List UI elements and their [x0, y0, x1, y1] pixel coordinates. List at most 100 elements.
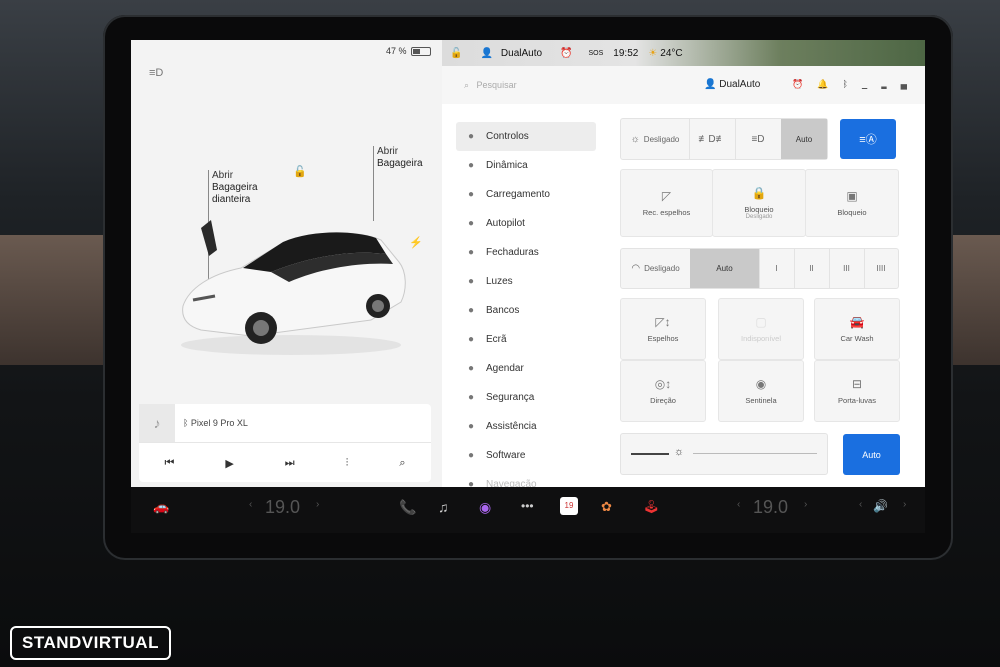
glovebox-button[interactable]: ⊟ Porta-luvas	[814, 360, 900, 422]
car-wash-button[interactable]: 🚘 Car Wash	[814, 298, 900, 360]
nav-item-7[interactable]: ● Ecrã	[456, 325, 596, 354]
window-lock-button[interactable]: ▣ Bloqueio	[805, 169, 899, 237]
nav-item-label: Assistência	[486, 421, 537, 432]
car-wash-icon: 🚘	[849, 315, 865, 329]
search-input[interactable]: ⌕ Pesquisar	[464, 80, 517, 91]
arcade-icon[interactable]: 🕹	[643, 499, 660, 515]
steering-wheel-adjust-icon: ◎↕	[654, 377, 672, 391]
volume-icon[interactable]: 🔊	[873, 499, 888, 513]
phone-icon[interactable]: 📞	[399, 499, 416, 516]
status-profile-name[interactable]: DualAuto	[501, 48, 542, 59]
parking-lights-option[interactable]: ≢D≢	[689, 119, 736, 159]
headlights-icon[interactable]: ≡D	[149, 67, 163, 79]
rear-trunk-label-line2: Bagageira	[377, 158, 423, 169]
wiper-speed-3[interactable]: III	[829, 249, 865, 288]
nav-item-11[interactable]: ● Software	[456, 441, 596, 470]
wiper-speed-2-label: II	[809, 264, 814, 273]
bluetooth-status-icon[interactable]: ᛒ	[842, 79, 861, 89]
profile-button[interactable]: 👤 DualAuto	[704, 79, 760, 90]
headlights-off-option[interactable]: ☼ Desligado	[621, 119, 690, 159]
headlights-auto-option[interactable]: Auto	[781, 119, 827, 159]
volume-up[interactable]: ›	[903, 499, 906, 510]
left-temp-up[interactable]: ›	[316, 499, 319, 510]
alarm-icon[interactable]: ⏰	[560, 48, 572, 59]
wipers-off-option[interactable]: ◠ Desligado	[621, 249, 691, 288]
more-apps-icon[interactable]: •••	[521, 499, 534, 513]
window-lock-label: Bloqueio	[837, 208, 867, 217]
low-beam-icon: ≡D	[751, 133, 765, 145]
mirror-adjust-icon: ◸↕	[655, 315, 671, 329]
media-player: ♪ ᛒ Pixel 9 Pro XL ⏮ ▶ ⏭ ⫶ ⌕	[139, 404, 431, 482]
wiper-speed-4[interactable]: IIII	[864, 249, 898, 288]
right-temp-up[interactable]: ›	[804, 499, 807, 510]
nav-item-0[interactable]: ● Controlos	[456, 122, 596, 151]
car-icon[interactable]: 🚗	[153, 499, 169, 515]
music-note-icon: ♪	[139, 404, 175, 442]
unlock-icon[interactable]: 🔓	[293, 165, 307, 178]
wiper-speed-2[interactable]: II	[794, 249, 830, 288]
volume-down[interactable]: ‹	[859, 499, 862, 510]
alarm-small-icon[interactable]: ⏰	[792, 79, 817, 89]
watermark-text: STANDVIRTUAL	[22, 633, 159, 652]
front-trunk-label-line1: Abrir	[212, 170, 234, 181]
left-temp-down[interactable]: ‹	[249, 499, 252, 510]
nav-item-12[interactable]: ● Navegação	[456, 470, 596, 487]
nav-item-9[interactable]: ● Segurança	[456, 383, 596, 412]
nav-item-label: Ecrã	[486, 334, 507, 345]
media-search-button[interactable]: ⌕	[399, 457, 405, 470]
battery-fill	[412, 48, 421, 54]
nav-item-8[interactable]: ● Agendar	[456, 354, 596, 383]
auto-high-beam-button[interactable]: ≡Ⓐ	[840, 119, 896, 159]
mirrors-adjust-button[interactable]: ◸↕ Espelhos	[620, 298, 706, 360]
media-source[interactable]: ᛒ Pixel 9 Pro XL	[183, 418, 248, 428]
nav-item-1[interactable]: ● Dinâmica	[456, 151, 596, 180]
lock-status-icon[interactable]: 🔓	[450, 48, 462, 59]
toybox-icon[interactable]: ✿	[601, 499, 612, 515]
child-lock-button[interactable]: 🔒 Bloqueio Desligado	[712, 169, 806, 237]
notification-bell-icon[interactable]: 🔔	[817, 79, 842, 89]
open-front-trunk-button[interactable]: Abrir Bagageira dianteira	[212, 170, 258, 206]
parking-lights-icon: ≢D≢	[698, 133, 726, 145]
brightness-auto-button[interactable]: Auto	[843, 434, 900, 475]
dashboard-wood-left	[0, 235, 110, 365]
equalizer-button[interactable]: ⫶	[346, 457, 349, 470]
low-beam-option[interactable]: ≡D	[735, 119, 782, 159]
window-lock-icon: ▣	[846, 189, 858, 203]
previous-track-button[interactable]: ⏮	[164, 457, 174, 470]
headlight-selector: ☼ Desligado ≢D≢ ≡D Auto	[620, 118, 828, 160]
profile-name: DualAuto	[719, 79, 761, 90]
nav-item-label: Segurança	[486, 392, 535, 403]
nav-item-5[interactable]: ● Luzes	[456, 267, 596, 296]
calendar-icon[interactable]: 19	[560, 497, 578, 515]
nav-item-label: Dinâmica	[486, 160, 528, 171]
steering-adjust-button[interactable]: ◎↕ Direção	[620, 360, 706, 422]
wiper-speed-1[interactable]: I	[759, 249, 795, 288]
brightness-auto-label: Auto	[862, 449, 881, 460]
controls-panel: 🔓 👤 DualAuto ⏰ SOS 19:52 ☀ 24°C ⌕ Pesqui…	[442, 40, 925, 487]
battery-indicator: 47 %	[386, 46, 431, 56]
wipers-auto-option[interactable]: Auto	[690, 249, 760, 288]
nav-item-2[interactable]: ● Carregamento	[456, 180, 596, 209]
steering-label: Direção	[650, 396, 676, 405]
right-temp-down[interactable]: ‹	[737, 499, 740, 510]
camera-app-icon[interactable]: ◉	[479, 499, 491, 516]
play-button[interactable]: ▶	[225, 457, 233, 470]
open-rear-trunk-button[interactable]: Abrir Bagageira	[377, 146, 423, 170]
wiper-speed-1-label: I	[775, 264, 778, 273]
charge-port-icon[interactable]: ⚡	[409, 236, 423, 249]
front-trunk-label-line3: dianteira	[212, 194, 251, 205]
sos-icon[interactable]: SOS	[589, 50, 604, 57]
nav-item-10[interactable]: ● Assistência	[456, 412, 596, 441]
lte-signal-icon: ▁▂▄	[861, 79, 922, 89]
brightness-fill	[631, 453, 669, 455]
sentry-mode-button[interactable]: ◉ Sentinela	[718, 360, 804, 422]
nav-item-4[interactable]: ● Fechaduras	[456, 238, 596, 267]
nav-item-6[interactable]: ● Bancos	[456, 296, 596, 325]
next-track-button[interactable]: ⏭	[285, 457, 295, 470]
profile-icon[interactable]: 👤	[480, 48, 492, 59]
nav-item-3[interactable]: ● Autopilot	[456, 209, 596, 238]
fold-mirrors-button[interactable]: ◸ Rec. espelhos	[620, 169, 713, 237]
brightness-slider[interactable]: ☼	[620, 433, 828, 475]
music-icon[interactable]: ♫	[438, 499, 449, 515]
glovebox-icon: ⊟	[851, 377, 863, 391]
